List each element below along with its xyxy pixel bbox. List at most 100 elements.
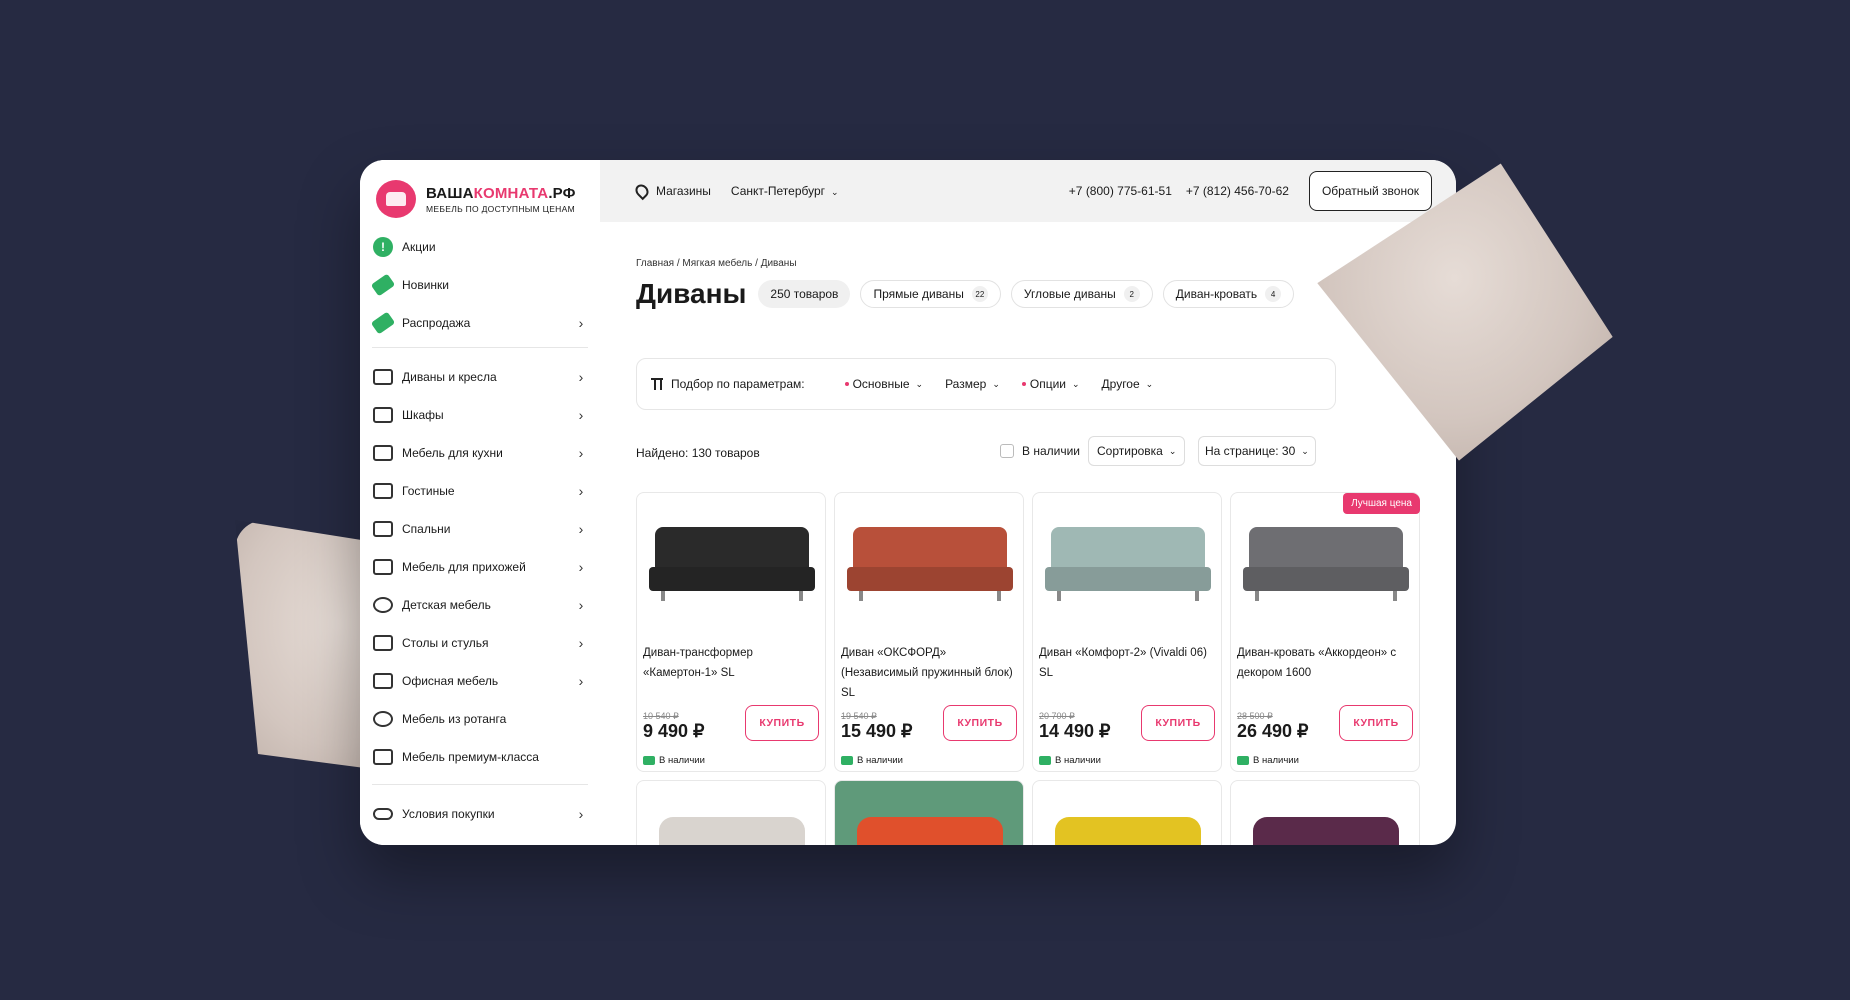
sidebar-item-label: Столы и стулья [402, 636, 489, 650]
sidebar-item-living[interactable]: Гостиные › [372, 472, 588, 510]
sidebar-item-label: Гостиные [402, 484, 455, 498]
phone-link-2[interactable]: +7 (812) 456-70-62 [1186, 184, 1289, 198]
sidebar-item-label: Диваны и кресла [402, 370, 497, 384]
product-card[interactable]: Диван-трансформер «Камертон-1» SL 10 540 … [636, 492, 826, 772]
buy-button[interactable]: КУПИТЬ [745, 705, 819, 741]
filter-other[interactable]: Другое ⌄ [1102, 377, 1154, 391]
price: 26 490 ₽ [1237, 721, 1309, 741]
top-header: Магазины Санкт-Петербург ⌄ +7 (800) 775-6… [600, 160, 1456, 222]
product-name[interactable]: Диван «Комфорт-2» (Vivaldi 06) SL [1039, 643, 1215, 683]
page-title: Диваны [636, 278, 747, 309]
product-card[interactable] [636, 780, 826, 845]
sidebar-item-hallway[interactable]: Мебель для прихожей › [372, 548, 588, 586]
sort-select[interactable]: Сортировка ⌄ [1088, 436, 1186, 466]
sidebar-item-conditions[interactable]: Условия покупки › [372, 795, 588, 833]
sidebar-item-promo[interactable]: ! Акции [372, 228, 588, 266]
chevron-down-icon: ⌄ [1071, 378, 1080, 389]
product-image[interactable] [659, 817, 805, 845]
sidebar-item-premium[interactable]: Мебель премиум-класса [372, 738, 588, 776]
subcategory-pill-corner[interactable]: Угловые диваны 2 [1010, 280, 1153, 308]
crown-icon [372, 746, 394, 768]
product-image[interactable] [647, 507, 817, 617]
chevron-down-icon: ⌄ [915, 378, 924, 389]
product-image[interactable] [1241, 507, 1411, 617]
buy-button[interactable]: КУПИТЬ [1339, 705, 1413, 741]
product-image[interactable] [1253, 817, 1399, 845]
product-name[interactable]: Диван-трансформер «Камертон-1» SL [643, 643, 819, 683]
percent-tag-icon [370, 311, 396, 335]
conditions-icon [372, 803, 394, 825]
filter-funnel-icon [651, 378, 663, 390]
product-card[interactable]: Лучшая цена Диван-кровать «Аккордеон» с д… [1230, 492, 1420, 772]
truck-icon [841, 756, 853, 765]
kitchen-icon [372, 442, 394, 464]
buy-button[interactable]: КУПИТЬ [1141, 705, 1215, 741]
product-name[interactable]: Диван «ОКСФОРД» (Независимый пружинный б… [841, 643, 1017, 703]
product-image[interactable] [1055, 817, 1201, 845]
sidebar-item-sale[interactable]: Распродажа › [370, 304, 588, 342]
sidebar-item-tables[interactable]: Столы и стулья › [372, 624, 588, 662]
divider [372, 784, 588, 785]
sidebar-item-kids[interactable]: Детская мебель › [372, 586, 588, 624]
sidebar-item-rattan[interactable]: Мебель из ротанга [372, 700, 588, 738]
in-stock-checkbox[interactable]: В наличии [1000, 436, 1080, 466]
product-card[interactable] [834, 780, 1024, 845]
logo[interactable]: ВАШАКОМНАТА.РФ МЕБЕЛЬ ПО ДОСТУПНЫМ ЦЕНАМ [376, 174, 576, 224]
kids-icon [372, 594, 394, 616]
total-count-pill: 250 товаров [758, 280, 851, 308]
per-page-select[interactable]: На странице: 30 ⌄ [1198, 436, 1316, 466]
filter-size[interactable]: Размер ⌄ [945, 377, 1000, 391]
product-card[interactable]: Диван «ОКСФОРД» (Независимый пружинный б… [834, 492, 1024, 772]
product-card[interactable] [1230, 780, 1420, 845]
product-card[interactable] [1032, 780, 1222, 845]
chevron-down-icon: ⌄ [992, 378, 1000, 389]
living-room-icon [372, 480, 394, 502]
sidebar-item-label: Условия покупки [402, 807, 495, 821]
sidebar-item-office[interactable]: Офисная мебель › [372, 662, 588, 700]
city-selector[interactable]: Санкт-Петербург ⌄ [731, 184, 839, 198]
table-icon [372, 632, 394, 654]
product-name[interactable]: Диван-кровать «Аккордеон» с декором 1600 [1237, 643, 1413, 683]
subcategory-pill-sofa-bed[interactable]: Диван-кровать 4 [1162, 280, 1295, 308]
checkbox-box [1000, 444, 1014, 458]
divider [372, 347, 588, 348]
new-tag-icon [370, 273, 396, 297]
sofa-icon [372, 366, 394, 388]
product-image[interactable] [857, 817, 1003, 845]
location-pin-icon [632, 181, 652, 201]
logo-name: ВАШАКОМНАТА.РФ [426, 184, 576, 202]
subcategory-pill-straight[interactable]: Прямые диваны 22 [860, 280, 1001, 308]
chevron-right-icon: › [578, 806, 584, 822]
filter-bar: Подбор по параметрам: Основные ⌄ Размер ⌄ … [636, 358, 1336, 410]
buy-button[interactable]: КУПИТЬ [943, 705, 1017, 741]
chevron-down-icon: ⌄ [1145, 378, 1154, 389]
sidebar-item-bedrooms[interactable]: Спальни › [372, 510, 588, 548]
hallway-icon [372, 556, 394, 578]
sidebar-item-sofas[interactable]: Диваны и кресла › [372, 358, 588, 396]
product-card[interactable]: Диван «Комфорт-2» (Vivaldi 06) SL 20 700 … [1032, 492, 1222, 772]
chevron-right-icon: › [578, 483, 584, 499]
sidebar-item-kitchen[interactable]: Мебель для кухни › [372, 434, 588, 472]
best-price-badge: Лучшая цена [1343, 493, 1420, 514]
product-image[interactable] [845, 507, 1015, 617]
wardrobe-icon [372, 404, 394, 426]
sidebar-item-label: Распродажа [402, 316, 471, 330]
subcategory-count: 2 [1123, 286, 1140, 302]
chevron-right-icon: › [578, 635, 584, 651]
product-image[interactable] [1043, 507, 1213, 617]
sidebar-item-label: Мебель для кухни [402, 446, 503, 460]
phone-link-1[interactable]: +7 (800) 775-61-51 [1069, 184, 1172, 198]
sidebar-item-label: Шкафы [402, 408, 444, 422]
bed-icon [372, 518, 394, 540]
callback-button[interactable]: Обратный звонок [1308, 171, 1432, 211]
filter-basic[interactable]: Основные ⌄ [844, 377, 924, 391]
stores-link[interactable]: Магазины [656, 184, 711, 198]
truck-icon [1039, 756, 1051, 765]
filter-options[interactable]: Опции ⌄ [1021, 377, 1080, 391]
sidebar-item-wardrobes[interactable]: Шкафы › [372, 396, 588, 434]
sidebar-item-label: Акции [402, 240, 436, 254]
sidebar-item-new[interactable]: Новинки [370, 266, 588, 304]
chevron-right-icon: › [578, 407, 584, 423]
sidebar-item-label: Офисная мебель [402, 674, 499, 688]
breadcrumb[interactable]: Главная / Мягкая мебель / Диваны [636, 258, 797, 269]
